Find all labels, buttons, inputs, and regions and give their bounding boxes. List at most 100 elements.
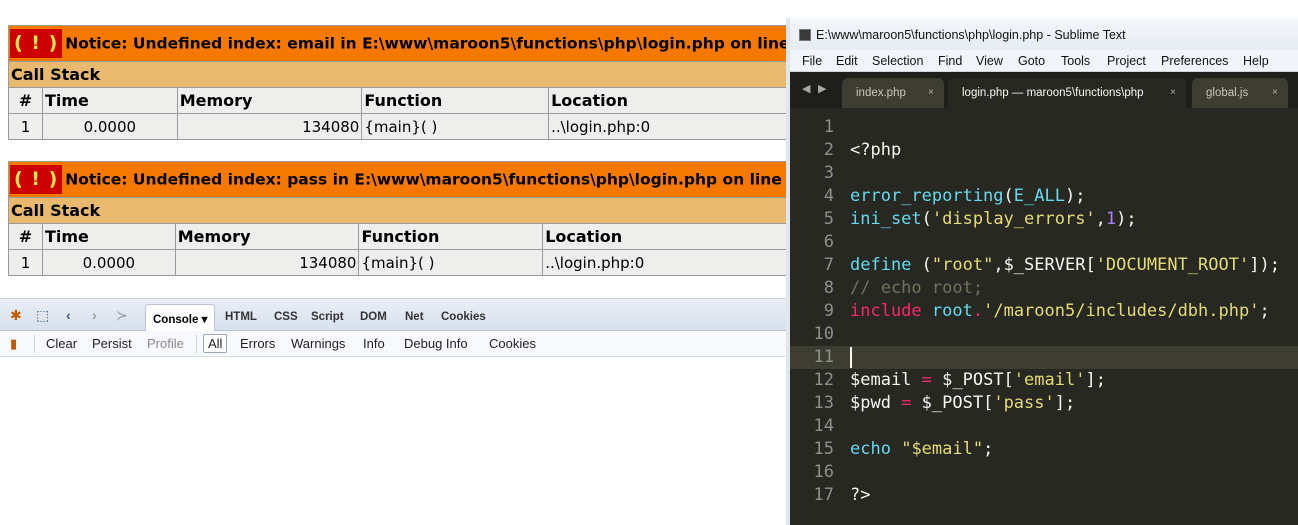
line-number: 8 [823,278,834,298]
toolbar-divider [196,335,197,353]
menu-bar: File Edit Selection Find View Goto Tools… [790,50,1298,72]
table-row: 1 0.0000 134080 {main}( ) ..\login.php:0 [8,249,810,276]
clear-console-icon[interactable]: ▮ [10,336,17,352]
back-icon[interactable]: ‹ [66,307,71,323]
tab-label: index.php [856,87,906,99]
close-icon[interactable]: × [1272,87,1278,98]
console-toolbar: ▮ Clear Persist Profile All Errors Warni… [0,331,786,357]
line-number: 15 [813,439,834,459]
sublime-window: E:\www\maroon5\functions\php\login.php -… [786,18,1298,525]
tab-login-php[interactable]: login.php — maroon5\functions\php × [948,78,1186,108]
menu-goto[interactable]: Goto [1018,54,1045,68]
window-title: E:\www\maroon5\functions\php\login.php -… [816,28,1126,42]
filter-cookies-button[interactable]: Cookies [489,336,536,351]
filter-info-button[interactable]: Info [363,336,385,351]
col-header-location: Location [548,87,818,114]
col-header-function: Function [358,223,544,250]
cell-number: 1 [8,249,43,276]
tab-script[interactable]: Script [311,311,344,323]
clear-button[interactable]: Clear [46,336,77,351]
firebug-panel: ✱ ⬚ ‹ › ≻ Console ▾ HTML CSS Script DOM … [0,298,786,525]
profile-button[interactable]: Profile [147,336,184,351]
notice-table-pass: ( ! ) Notice: Undefined index: pass in E:… [8,161,810,276]
menu-edit[interactable]: Edit [836,54,858,68]
tab-label: global.js [1206,87,1249,99]
firebug-tab-bar: ✱ ⬚ ‹ › ≻ Console ▾ HTML CSS Script DOM … [0,299,786,332]
text-caret [850,347,852,368]
line-number: 13 [813,393,834,413]
cell-function: {main}( ) [361,113,550,140]
cell-time: 0.0000 [41,113,178,140]
col-header-number: # [8,223,43,250]
table-row: 1 0.0000 134080 {main}( ) ..\login.php:0 [8,113,818,140]
persist-button[interactable]: Persist [92,336,132,351]
col-header-memory: Memory [174,223,360,250]
tab-cookies[interactable]: Cookies [441,311,486,323]
tab-css[interactable]: CSS [274,311,298,323]
editor-tab-bar: ◀ ▶ index.php × login.php — maroon5\funct… [790,72,1298,108]
notice-message: Notice: Undefined index: pass in E:\www\… [65,170,782,189]
line-number: 10 [813,324,834,344]
line-number: 12 [813,370,834,390]
current-line-highlight [790,346,1298,369]
cell-time: 0.0000 [41,249,176,276]
filter-all-button[interactable]: All [203,334,228,353]
line-number: 9 [823,301,834,321]
warning-icon: ( ! ) [10,165,63,194]
filter-warnings-button[interactable]: Warnings [291,336,345,351]
line-number: 11 [813,347,834,367]
line-number: 1 [823,117,834,137]
menu-selection[interactable]: Selection [872,54,923,68]
close-icon[interactable]: × [928,87,934,98]
menu-view[interactable]: View [976,54,1003,68]
filter-debug-info-button[interactable]: Debug Info [404,336,468,351]
line-number: 14 [813,416,834,436]
sublime-app-icon [799,29,811,41]
notice-message: Notice: Undefined index: email in E:\www… [65,34,790,53]
notice-header: ( ! ) Notice: Undefined index: pass in E:… [8,161,810,198]
cell-function: {main}( ) [358,249,544,276]
menu-tools[interactable]: Tools [1061,54,1090,68]
col-header-function: Function [361,87,550,114]
tab-scroll-right-icon[interactable]: ▶ [818,82,826,95]
toolbar-divider [34,335,35,353]
col-header-time: Time [41,87,178,114]
code-line: <?php [850,140,902,160]
menu-preferences[interactable]: Preferences [1161,54,1228,68]
line-number: 2 [823,140,834,160]
line-number: 5 [823,209,834,229]
inspect-icon[interactable]: ⬚ [36,307,49,324]
tab-console-label: Console [153,314,199,326]
menu-find[interactable]: Find [938,54,962,68]
tab-console[interactable]: Console ▾ [145,304,216,332]
code-line: $email = $_POST['email']; [850,370,1106,390]
code-line: $pwd = $_POST['pass']; [850,393,1076,413]
close-icon[interactable]: × [1170,87,1176,98]
tab-index-php[interactable]: index.php × [842,78,944,108]
forward-icon[interactable]: › [92,307,97,323]
cell-number: 1 [8,113,43,140]
code-line: // echo root; [850,278,984,298]
col-header-memory: Memory [176,87,363,114]
tab-html[interactable]: HTML [225,311,257,323]
line-number: 17 [813,485,834,505]
cell-location: ..\login.php:0 [548,113,818,140]
menu-project[interactable]: Project [1107,54,1146,68]
warning-icon: ( ! ) [10,29,63,58]
menu-file[interactable]: File [802,54,822,68]
col-header-location: Location [542,223,810,250]
tab-global-js[interactable]: global.js × [1192,78,1288,108]
code-line: include root.'/maroon5/includes/dbh.php'… [850,301,1270,321]
tab-scroll-left-icon[interactable]: ◀ [802,82,810,95]
firebug-icon[interactable]: ✱ [10,307,22,324]
tab-net[interactable]: Net [405,311,424,323]
line-number: 6 [823,232,834,252]
command-line-icon[interactable]: ≻ [116,307,128,324]
filter-errors-button[interactable]: Errors [240,336,275,351]
tab-dom[interactable]: DOM [360,311,387,323]
line-number: 16 [813,462,834,482]
code-editor[interactable]: 1 2 <?php 3 4 error_reporting(E_ALL); 5 ini_set… [790,108,1298,525]
notice-header: ( ! ) Notice: Undefined index: email in E… [8,25,818,62]
menu-help[interactable]: Help [1243,54,1269,68]
code-line: ini_set('display_errors',1); [850,209,1137,229]
